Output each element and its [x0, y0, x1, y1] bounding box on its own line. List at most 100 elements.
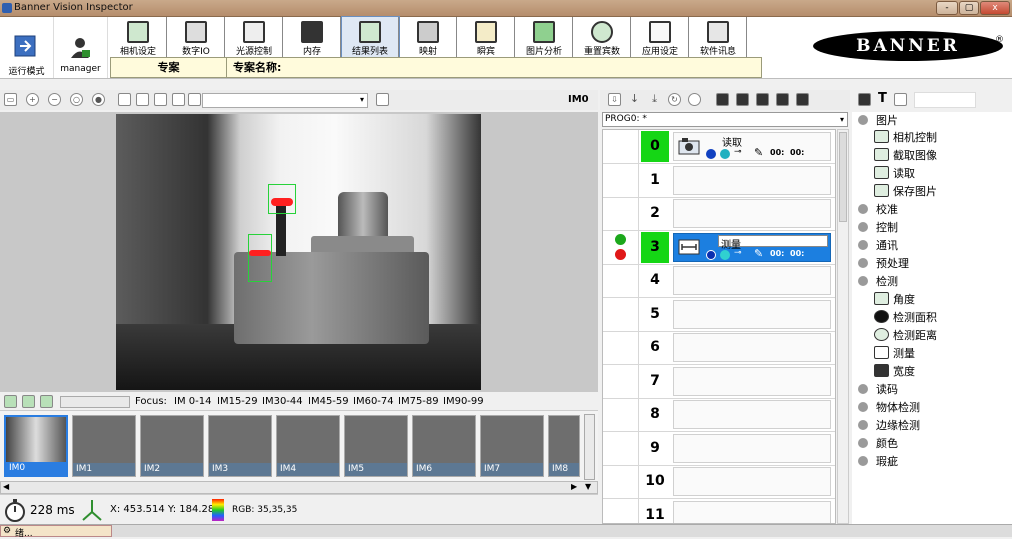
- folder-icon[interactable]: [736, 93, 749, 106]
- pin-icon[interactable]: ⊸: [734, 147, 742, 157]
- step-body[interactable]: [673, 266, 831, 295]
- tree-item[interactable]: 宽度: [874, 363, 915, 380]
- thumbnail-hscroll[interactable]: ◀ ▶ ▼: [0, 481, 598, 494]
- arrow-down-icon[interactable]: ↓: [628, 93, 641, 106]
- tool-camera-settings[interactable]: 相机设定: [110, 17, 167, 57]
- edit-icon[interactable]: ✎: [754, 247, 763, 260]
- thumbnail[interactable]: IM1: [72, 415, 136, 477]
- tree-group[interactable]: 预处理: [858, 255, 909, 272]
- image-viewport[interactable]: [0, 112, 598, 392]
- tool-memory[interactable]: 内存: [284, 17, 341, 57]
- io-icon[interactable]: 00:: [790, 148, 804, 157]
- move-down-icon[interactable]: ⤓: [648, 93, 661, 106]
- run-mode-button[interactable]: 运行模式: [0, 17, 54, 78]
- focus-range[interactable]: IM15-29: [217, 396, 258, 407]
- focus-range[interactable]: IM60-74: [353, 396, 394, 407]
- scroll-right-icon[interactable]: ▶: [571, 482, 577, 491]
- tree-item[interactable]: 检测距离: [874, 327, 937, 344]
- step-row[interactable]: 4: [603, 264, 835, 298]
- step-body[interactable]: 读取 ⊸ ✎ 00: 00:: [673, 132, 831, 161]
- thumbnail[interactable]: IM8: [548, 415, 580, 477]
- step-body[interactable]: [673, 199, 831, 228]
- tree-item[interactable]: 截取图像: [874, 147, 937, 164]
- tree-group[interactable]: 物体检测: [858, 399, 920, 416]
- thumbnail[interactable]: IM5: [344, 415, 408, 477]
- step-body[interactable]: [673, 467, 831, 496]
- thumb-view-icon[interactable]: [22, 395, 35, 408]
- step-name[interactable]: 测量: [718, 235, 828, 251]
- io-icon[interactable]: 00:: [770, 249, 784, 258]
- step-list-scrollbar[interactable]: [837, 129, 849, 524]
- step-row[interactable]: 3 测量 ⊸ ✎ 00: 00:: [603, 231, 835, 265]
- step-body[interactable]: [673, 300, 831, 329]
- tree-item[interactable]: 读取: [874, 165, 915, 182]
- tree-group-image[interactable]: 图片: [858, 112, 898, 129]
- tool-digital-io[interactable]: 数字IO: [168, 17, 225, 57]
- step-row[interactable]: 7: [603, 365, 835, 399]
- step-row[interactable]: 11: [603, 499, 835, 523]
- thumbnail-vscroll[interactable]: [584, 414, 595, 480]
- thumbnail[interactable]: IM7: [480, 415, 544, 477]
- insert-step-icon[interactable]: ⇩: [608, 93, 621, 106]
- info-icon[interactable]: [706, 149, 716, 159]
- tool-search-field[interactable]: [914, 92, 976, 108]
- info-icon[interactable]: [706, 250, 716, 260]
- focus-range[interactable]: IM 0-14: [174, 396, 211, 407]
- tool-grid[interactable]: 瞬宾: [458, 17, 515, 57]
- edit-box-icon[interactable]: [188, 93, 201, 106]
- layout-icon[interactable]: [894, 93, 907, 106]
- user-button[interactable]: manager: [54, 17, 108, 78]
- tool-results-list[interactable]: 结果列表: [341, 16, 400, 58]
- save-image-icon[interactable]: [118, 93, 131, 106]
- tool-app-settings[interactable]: 应用设定: [632, 17, 689, 57]
- tool-reset-counters[interactable]: 重置宾数: [574, 17, 631, 57]
- pin-icon[interactable]: ⊸: [734, 248, 742, 258]
- thumbnail[interactable]: IM6: [412, 415, 476, 477]
- thumb-view-icon[interactable]: [4, 395, 17, 408]
- tree-group[interactable]: 读码: [858, 381, 898, 398]
- roi-box[interactable]: [268, 184, 296, 214]
- step-row[interactable]: 6: [603, 331, 835, 365]
- focus-range[interactable]: IM75-89: [398, 396, 439, 407]
- tree-group[interactable]: 边缘检测: [858, 417, 920, 434]
- tree-item[interactable]: 角度: [874, 291, 915, 308]
- step-row[interactable]: 2: [603, 197, 835, 231]
- pass-icon[interactable]: [720, 149, 730, 159]
- tree-item[interactable]: 检测面积: [874, 309, 937, 326]
- step-body[interactable]: 测量 ⊸ ✎ 00: 00:: [673, 233, 831, 262]
- tool-mapping[interactable]: 映射: [400, 17, 457, 57]
- camera-image[interactable]: [116, 114, 481, 390]
- edit-icon[interactable]: ✎: [754, 146, 763, 159]
- tool-software-info[interactable]: 软件讯息: [690, 17, 747, 57]
- tool-image-analysis[interactable]: 图片分析: [516, 17, 573, 57]
- tree-group[interactable]: 颜色: [858, 435, 898, 452]
- image-select[interactable]: ▾: [202, 93, 368, 108]
- tree-group[interactable]: 瑕疵: [858, 453, 898, 470]
- thumbnail[interactable]: IM4: [276, 415, 340, 477]
- image-icon[interactable]: [172, 93, 185, 106]
- zoom-out-icon[interactable]: −: [48, 93, 61, 106]
- step-row[interactable]: 0 读取 ⊸ ✎ 00: 00:: [603, 130, 835, 164]
- roi-box[interactable]: [248, 234, 272, 282]
- step-row[interactable]: 9: [603, 432, 835, 466]
- step-row[interactable]: 1: [603, 164, 835, 198]
- step-body[interactable]: [673, 367, 831, 396]
- capture-icon[interactable]: [154, 93, 167, 106]
- step-row[interactable]: 10: [603, 465, 835, 499]
- focus-range[interactable]: IM90-99: [443, 396, 484, 407]
- step-body[interactable]: [673, 333, 831, 362]
- zoom-in-icon[interactable]: +: [26, 93, 39, 106]
- tool-light-control[interactable]: 光源控制: [226, 17, 283, 57]
- focus-range[interactable]: IM45-59: [308, 396, 349, 407]
- tree-item[interactable]: 相机控制: [874, 129, 937, 146]
- taskbar-item[interactable]: ⚙ 绪...: [0, 525, 112, 539]
- crop-icon[interactable]: [376, 93, 389, 106]
- program-select[interactable]: PROG0: * ▾: [602, 112, 848, 127]
- refresh-icon[interactable]: ↻: [668, 93, 681, 106]
- roi-icon[interactable]: [136, 93, 149, 106]
- list-icon[interactable]: [716, 93, 729, 106]
- tree-item[interactable]: 保存图片: [874, 183, 937, 200]
- tree-item[interactable]: 测量: [874, 345, 915, 362]
- pass-icon[interactable]: [720, 250, 730, 260]
- thumbnail[interactable]: IM3: [208, 415, 272, 477]
